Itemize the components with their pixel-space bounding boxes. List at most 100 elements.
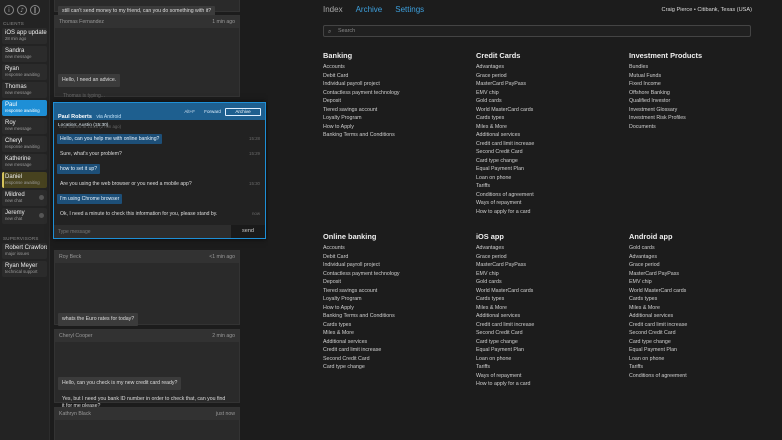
kb-link[interactable]: World MasterCard cards bbox=[476, 106, 616, 115]
kb-link[interactable]: Offshore Banking bbox=[629, 89, 769, 98]
kb-link[interactable]: Accounts bbox=[323, 63, 463, 72]
kb-link[interactable]: Credit card limit increase bbox=[476, 321, 616, 330]
kb-link[interactable]: Banking Terms and Conditions bbox=[323, 312, 463, 321]
kb-link[interactable]: How to Apply bbox=[323, 304, 463, 313]
kb-link[interactable]: Tariffs bbox=[629, 363, 769, 372]
kb-link[interactable]: Additional services bbox=[476, 131, 616, 140]
kb-link[interactable]: Deposit bbox=[323, 278, 463, 287]
kb-link[interactable]: Tiered savings account bbox=[323, 106, 463, 115]
tab-archive[interactable]: Archive bbox=[356, 5, 383, 14]
kb-link[interactable]: Loan on phone bbox=[476, 355, 616, 364]
kb-link[interactable]: Card type change bbox=[629, 338, 769, 347]
kb-link[interactable]: Contactless payment technology bbox=[323, 89, 463, 98]
sidebar-item-daniel[interactable]: Daniel response awaiting bbox=[2, 172, 47, 188]
kb-link[interactable]: Additional services bbox=[323, 338, 463, 347]
kb-link[interactable]: MasterCard PayPass bbox=[629, 270, 769, 279]
sidebar-item-mildred[interactable]: Mildred new chat bbox=[2, 190, 47, 206]
sidebar-item-jeremy[interactable]: Jeremy new chat bbox=[2, 208, 47, 224]
kb-link[interactable]: Grace period bbox=[629, 261, 769, 270]
kb-link[interactable]: Ways of repayment bbox=[476, 199, 616, 208]
info-icon[interactable]: i bbox=[4, 5, 14, 15]
chat-card-thomas[interactable]: Thomas Fernandez 1 min ago Hello, I need… bbox=[54, 15, 240, 99]
tab-settings[interactable]: Settings bbox=[395, 5, 424, 14]
kb-link[interactable]: Tariffs bbox=[476, 182, 616, 191]
kb-link[interactable]: Advantages bbox=[629, 253, 769, 262]
message-input[interactable]: Type message bbox=[54, 225, 231, 238]
kb-link[interactable]: Equal Payment Plan bbox=[476, 165, 616, 174]
sidebar-item-katherine[interactable]: Katherine new message bbox=[2, 154, 47, 170]
kb-link[interactable]: Cards types bbox=[323, 321, 463, 330]
kb-link[interactable]: Banking Terms and Conditions bbox=[323, 131, 463, 140]
kb-link[interactable]: Cards types bbox=[476, 295, 616, 304]
kb-link[interactable]: MasterCard PayPass bbox=[476, 261, 616, 270]
kb-link[interactable]: Second Credit Card bbox=[629, 329, 769, 338]
pin-icon[interactable] bbox=[39, 195, 44, 200]
kb-link[interactable]: Miles & More bbox=[629, 304, 769, 313]
kb-link[interactable]: Tariffs bbox=[476, 363, 616, 372]
kb-link[interactable]: Ways of repayment bbox=[476, 372, 616, 381]
kb-link[interactable]: Debit Card bbox=[323, 253, 463, 262]
tab-index[interactable]: Index bbox=[323, 5, 343, 14]
kb-link[interactable]: How to Apply bbox=[323, 123, 463, 132]
kb-link[interactable]: Conditions of agreement bbox=[476, 191, 616, 200]
kb-link[interactable]: Loyalty Program bbox=[323, 114, 463, 123]
kb-link[interactable]: Card type change bbox=[476, 338, 616, 347]
send-button[interactable]: send bbox=[231, 225, 265, 238]
kb-link[interactable]: Second Credit Card bbox=[476, 148, 616, 157]
kb-link[interactable]: Contactless payment technology bbox=[323, 270, 463, 279]
kb-link[interactable]: Individual payroll project bbox=[323, 80, 463, 89]
kb-link[interactable]: Miles & More bbox=[323, 329, 463, 338]
volume-icon[interactable]: ♪ bbox=[17, 5, 27, 15]
kb-link[interactable]: Tiered savings account bbox=[323, 287, 463, 296]
kb-link[interactable]: Accounts bbox=[323, 244, 463, 253]
kb-link[interactable]: Grace period bbox=[476, 72, 616, 81]
kb-link[interactable]: EMV chip bbox=[476, 89, 616, 98]
sidebar-item-thomas[interactable]: Thomas new message bbox=[2, 82, 47, 98]
kb-link[interactable]: EMV chip bbox=[629, 278, 769, 287]
sidebar-item-sandra[interactable]: Sandra new message bbox=[2, 46, 47, 62]
kb-link[interactable]: World MasterCard cards bbox=[629, 287, 769, 296]
chat-card-kathryn[interactable]: Kathryn Black just now bbox=[54, 407, 240, 440]
kb-link[interactable]: Investment Risk Profiles bbox=[629, 114, 769, 123]
sidebar-item-paul[interactable]: Paul response awaiting bbox=[2, 100, 47, 116]
kb-link[interactable]: Loyalty Program bbox=[323, 295, 463, 304]
kb-link[interactable]: Mutual Funds bbox=[629, 72, 769, 81]
kb-link[interactable]: Equal Payment Plan bbox=[629, 346, 769, 355]
kb-link[interactable]: Additional services bbox=[476, 312, 616, 321]
kb-link[interactable]: Deposit bbox=[323, 97, 463, 106]
kb-link[interactable]: Cards types bbox=[629, 295, 769, 304]
kb-link[interactable]: How to apply for a card bbox=[476, 208, 616, 217]
kb-link[interactable]: Documents bbox=[629, 123, 769, 132]
kb-link[interactable]: Fixed Income bbox=[629, 80, 769, 89]
kb-link[interactable]: Card type change bbox=[476, 157, 616, 166]
forward-button[interactable]: Forward bbox=[204, 109, 221, 114]
kb-link[interactable]: World MasterCard cards bbox=[476, 287, 616, 296]
kb-link[interactable]: Card type change bbox=[323, 363, 463, 372]
kb-link[interactable]: Advantages bbox=[476, 63, 616, 72]
kb-link[interactable]: Miles & More bbox=[476, 123, 616, 132]
sidebar-item-cheryl[interactable]: Cheryl response awaiting bbox=[2, 136, 47, 152]
pin-icon[interactable] bbox=[39, 213, 44, 218]
pause-icon[interactable]: ‖ bbox=[30, 5, 40, 15]
kb-link[interactable]: Credit card limit increase bbox=[629, 321, 769, 330]
sidebar-item-ryan[interactable]: Ryan response awaiting bbox=[2, 64, 47, 80]
kb-link[interactable]: Second Credit Card bbox=[476, 329, 616, 338]
sidebar-item-roy[interactable]: Roy new message bbox=[2, 118, 47, 134]
kb-link[interactable]: Equal Payment Plan bbox=[476, 346, 616, 355]
kb-link[interactable]: Credit card limit increase bbox=[323, 346, 463, 355]
kb-link[interactable]: Individual payroll project bbox=[323, 261, 463, 270]
kb-link[interactable]: Advantages bbox=[476, 244, 616, 253]
kb-link[interactable]: Conditions of agreement bbox=[629, 372, 769, 381]
kb-link[interactable]: Qualified Investor bbox=[629, 97, 769, 106]
supervisor-item[interactable]: Ryan Meyer technical support bbox=[2, 261, 47, 277]
sidebar-item-ios-app-update[interactable]: iOS app update 28 min ago bbox=[2, 28, 47, 44]
kb-link[interactable]: Loan on phone bbox=[629, 355, 769, 364]
kb-link[interactable]: Credit card limit increase bbox=[476, 140, 616, 149]
chat-card-cheryl[interactable]: Cheryl Cooper 2 min ago Hello, can you c… bbox=[54, 329, 240, 409]
kb-link[interactable]: Investment Glossary bbox=[629, 106, 769, 115]
supervisor-item[interactable]: Robert Crawford major issues bbox=[2, 243, 47, 259]
kb-link[interactable]: Gold cards bbox=[476, 278, 616, 287]
kb-link[interactable]: Second Credit Card bbox=[323, 355, 463, 364]
kb-link[interactable]: Cards types bbox=[476, 114, 616, 123]
chat-card-top[interactable]: still can't send money to my friend, can… bbox=[54, 0, 240, 17]
